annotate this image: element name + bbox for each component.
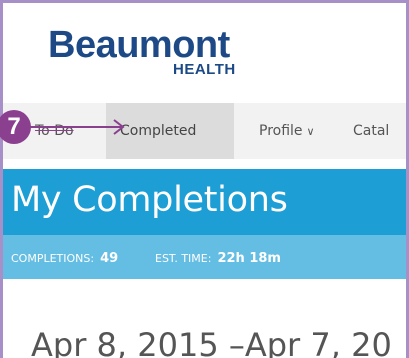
nav-item-profile[interactable]: Profile ∨ xyxy=(259,103,315,159)
page-title: My Completions xyxy=(11,180,288,220)
stats-bar: COMPLETIONS: 49 EST. TIME: 22h 18m xyxy=(3,235,406,279)
header: Beaumont HEALTH xyxy=(3,3,406,99)
est-time-label: EST. TIME: xyxy=(155,252,212,265)
completions-label: COMPLETIONS: xyxy=(11,252,95,265)
est-time-value: 22h 18m xyxy=(217,251,281,266)
chevron-down-icon: ∨ xyxy=(306,125,315,138)
stat-completions: COMPLETIONS: 49 xyxy=(11,235,118,281)
nav-item-profile-label: Profile xyxy=(259,123,303,139)
completions-value: 49 xyxy=(100,251,119,266)
app-frame: Beaumont HEALTH To Do Completed Profile ∨… xyxy=(0,0,409,358)
annotation-arrow xyxy=(28,119,125,135)
beaumont-logo[interactable]: Beaumont HEALTH xyxy=(48,23,268,83)
logo-subtitle: HEALTH xyxy=(173,61,236,78)
nav-item-catalog[interactable]: Catal xyxy=(353,103,389,159)
stat-est-time: EST. TIME: 22h 18m xyxy=(155,235,281,281)
page-title-banner: My Completions xyxy=(3,169,406,235)
date-range-heading: Apr 8, 2015 –Apr 7, 20 xyxy=(31,326,392,358)
